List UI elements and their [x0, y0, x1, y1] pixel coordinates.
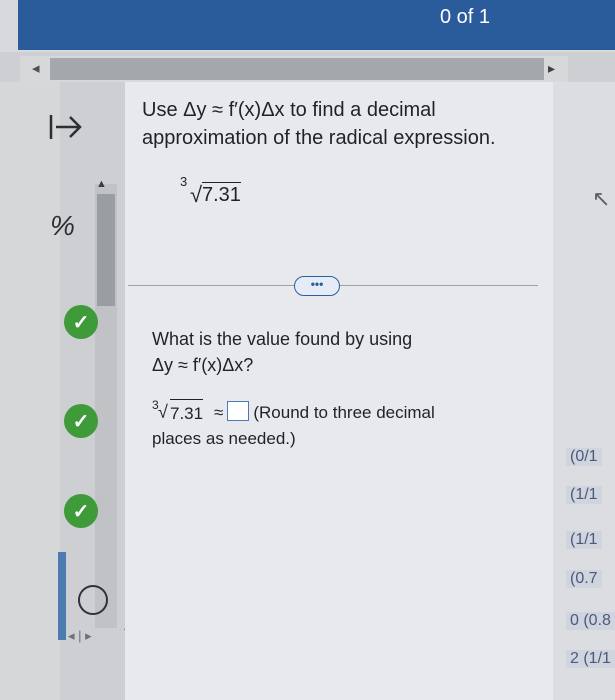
round-note-2: places as needed.): [152, 429, 296, 448]
score-item[interactable]: (1/1: [566, 486, 602, 504]
percent-icon[interactable]: %: [50, 210, 75, 242]
pager[interactable]: ◂ | ▸: [68, 628, 92, 644]
score-item[interactable]: 2 (1/1: [566, 650, 615, 668]
score-item[interactable]: (0.7: [566, 570, 602, 588]
right-panel: [553, 82, 615, 700]
answer-input[interactable]: [227, 401, 250, 421]
question-prompt: Use Δy ≈ f′(x)Δx to find a decimal appro…: [142, 96, 532, 152]
check-icon[interactable]: ✓: [64, 404, 98, 438]
check-icon[interactable]: ✓: [64, 494, 98, 528]
scroll-right-icon[interactable]: ▸: [548, 60, 555, 77]
score-label: 0 of 1: [440, 6, 491, 28]
score-item[interactable]: 0 (0.8: [566, 612, 615, 630]
approx-symbol: ≈: [214, 403, 224, 422]
question-list-thumb[interactable]: [97, 194, 115, 306]
subquestion: What is the value found by using Δy ≈ f′…: [152, 326, 492, 378]
radical-sign-icon: √: [190, 182, 203, 207]
radical-sign-icon: √: [158, 402, 168, 422]
round-note: (Round to three decimal: [253, 403, 435, 422]
radical-index: 3: [180, 174, 188, 189]
question-panel: [125, 82, 553, 700]
caret-up-icon[interactable]: ▲: [96, 178, 107, 190]
score-item[interactable]: (0/1: [566, 448, 602, 466]
scroll-left-icon[interactable]: ◂: [32, 59, 40, 77]
answer-radical-value: 7.31: [170, 399, 204, 427]
check-icon[interactable]: ✓: [64, 305, 98, 339]
scroll-thumb[interactable]: [50, 58, 544, 80]
subquestion-line-1: What is the value found by using: [152, 329, 413, 349]
prompt-line-2: approximation of the radical expression.: [142, 127, 496, 149]
header-banner: 0 of 1: [18, 0, 615, 50]
arrow-right-bar-icon[interactable]: [48, 112, 84, 142]
horizontal-scrollbar[interactable]: ◂ ▸: [20, 56, 568, 82]
cursor-icon: ↖: [592, 186, 611, 211]
show-more-button[interactable]: •••: [294, 276, 340, 296]
prompt-line-1: Use Δy ≈ f′(x)Δx to find a decimal: [142, 99, 436, 121]
radical-value: 7.31: [202, 182, 241, 206]
score-item[interactable]: (1/1: [566, 531, 602, 549]
answer-line: 3 √ 7.31 ≈ (Round to three decimal places…: [152, 398, 532, 452]
top-bar: 0 of 1: [0, 0, 615, 52]
subquestion-line-2: Δy ≈ f′(x)Δx?: [152, 355, 254, 375]
empty-circle-icon[interactable]: [78, 585, 108, 615]
current-item-marker: [58, 552, 66, 640]
question-list-scrollbar[interactable]: [95, 184, 117, 628]
answer-radical: 3 √ 7.31: [152, 398, 210, 427]
question-sidebar: [0, 82, 60, 700]
